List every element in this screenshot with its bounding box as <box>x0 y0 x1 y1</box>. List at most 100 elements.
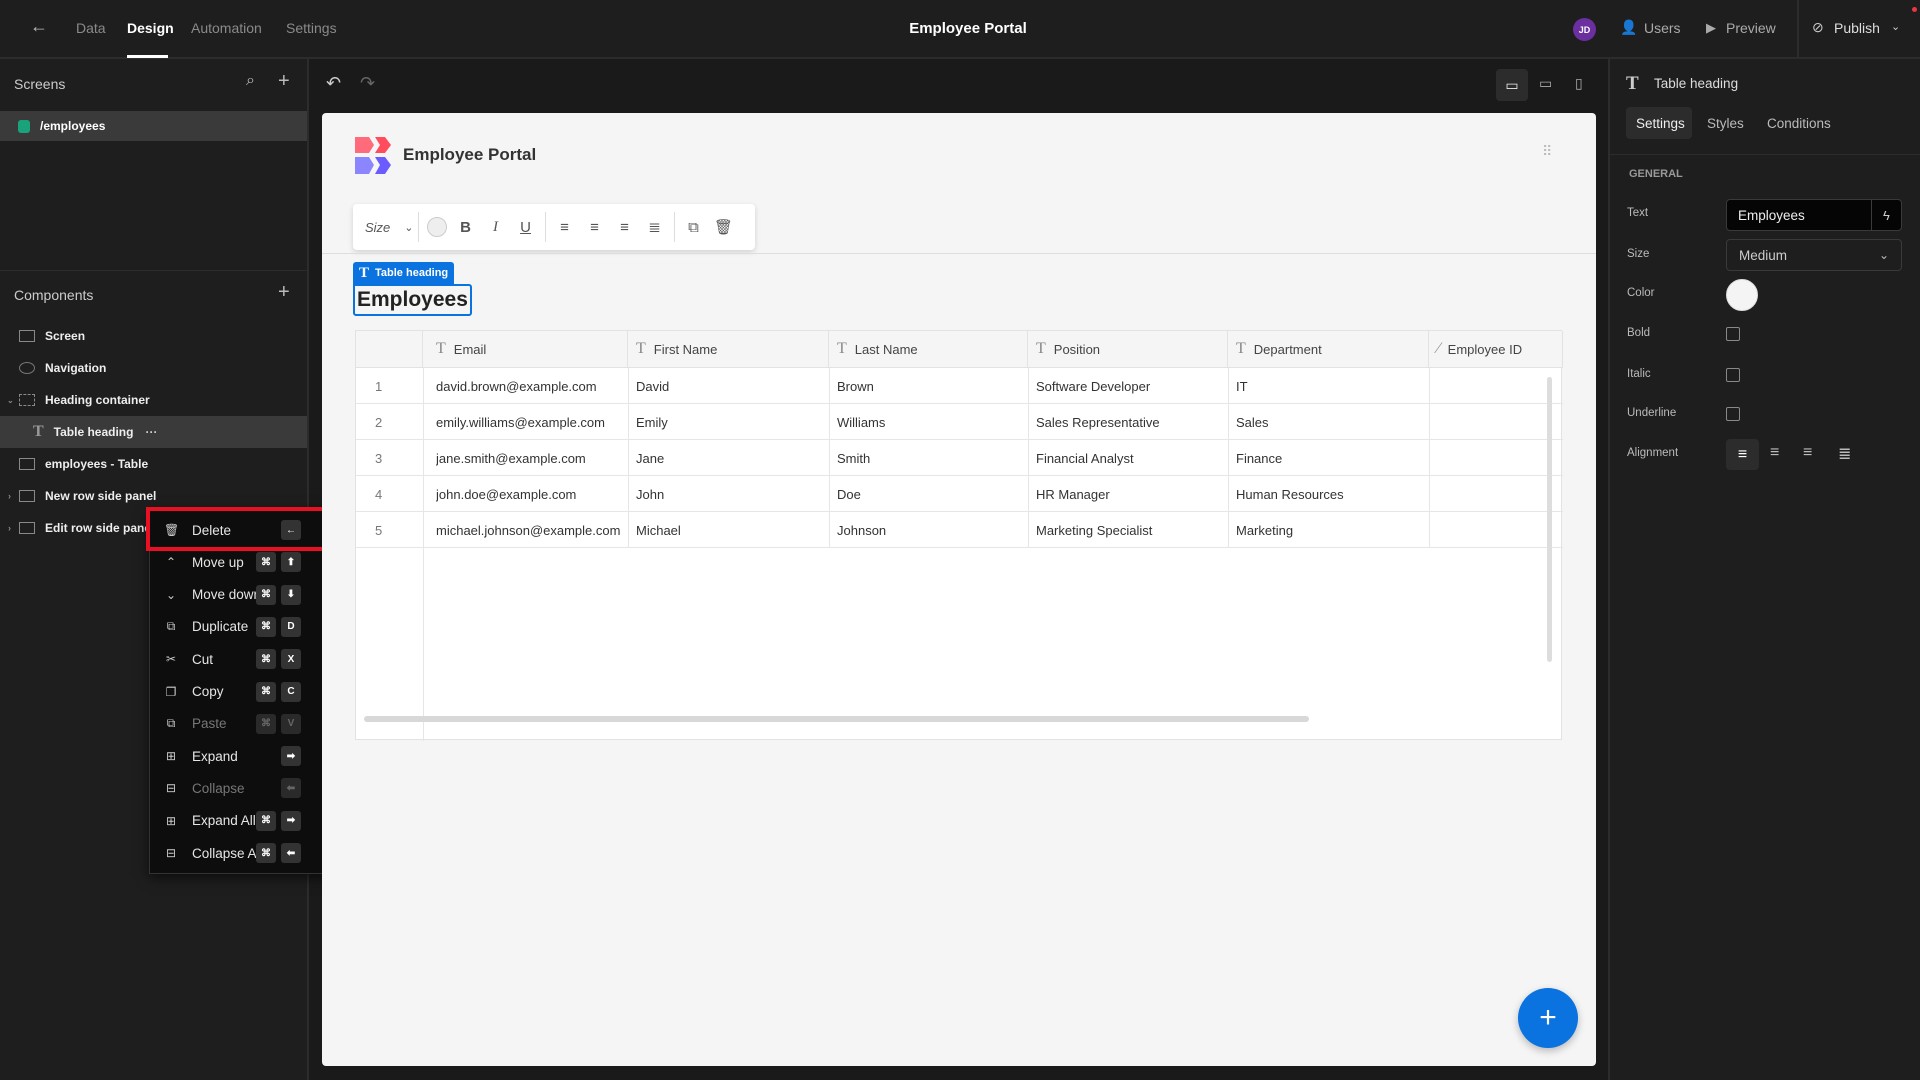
italic-icon[interactable]: I <box>481 219 511 236</box>
shortcut-key: ⌘ <box>256 584 276 605</box>
text-type-icon: T <box>436 340 446 357</box>
tab-styles[interactable]: Styles <box>1707 116 1744 131</box>
horizontal-scrollbar[interactable] <box>364 716 1309 722</box>
duplicate-icon[interactable]: ⧉ <box>679 219 709 236</box>
chevron-down-icon[interactable]: ⌄ <box>1891 20 1900 33</box>
table-heading[interactable]: Employees <box>353 284 472 316</box>
duplicate-icon: ⧉ <box>166 619 176 634</box>
menu-item-expand-all[interactable]: ⊞ Expand All ⌘ ➡ <box>150 805 340 837</box>
table-row[interactable]: 4 john.doe@example.com John Doe HR Manager Hu… <box>356 476 1563 512</box>
tab-conditions[interactable]: Conditions <box>1767 116 1831 131</box>
vertical-scrollbar[interactable] <box>1547 377 1552 662</box>
table-row[interactable]: 3 jane.smith@example.com Jane Smith Financia… <box>356 440 1563 476</box>
more-options-icon[interactable]: ··· <box>145 425 157 439</box>
row-number: 4 <box>375 486 383 502</box>
avatar[interactable]: JD <box>1573 18 1596 41</box>
menu-item-move-up[interactable]: ⌃ Move up ⌘ ⬆ <box>150 546 340 578</box>
screen-item-employees[interactable]: /employees <box>0 111 307 141</box>
text-type-icon: T <box>1236 340 1246 357</box>
component-label: Heading container <box>45 393 150 407</box>
italic-checkbox[interactable] <box>1726 368 1740 382</box>
menu-item-duplicate[interactable]: ⧉ Duplicate ⌘ D <box>150 611 340 643</box>
align-left-icon[interactable]: ≡ <box>1726 439 1759 470</box>
search-icon[interactable]: ⌕ <box>246 72 255 90</box>
menu-item-cut[interactable]: ✂ Cut ⌘ X <box>150 643 340 675</box>
menu-item-paste[interactable]: ⧉ Paste ⌘ V <box>150 708 340 740</box>
align-justify-icon[interactable]: ≣ <box>640 218 670 236</box>
menu-item-move-down[interactable]: ⌄ Move down ⌘ ⬇ <box>150 579 340 611</box>
color-swatch[interactable] <box>1726 279 1758 311</box>
column-label: Last Name <box>854 341 918 357</box>
shortcut-key: ⌘ <box>256 649 276 670</box>
column-label: Employee ID <box>1447 341 1523 357</box>
shortcut-key: ⌘ <box>256 552 276 573</box>
align-right-icon[interactable]: ≡ <box>610 219 640 236</box>
table-cell: Johnson <box>837 522 887 538</box>
column-header[interactable]: T First Name <box>628 331 829 368</box>
desktop-view-icon[interactable]: ▭ <box>1496 69 1528 101</box>
row-number: 3 <box>375 450 383 466</box>
copy-icon: ❐ <box>165 684 177 699</box>
table-cell: michael.johnson@example.com <box>436 522 621 538</box>
column-header[interactable]: ⁄ Employee ID <box>1429 331 1563 368</box>
column-header[interactable]: T Email <box>423 331 628 368</box>
table-cell: Jane <box>636 450 665 466</box>
column-header[interactable]: T Department <box>1228 331 1429 368</box>
underline-checkbox[interactable] <box>1726 407 1740 421</box>
binding-lightning-icon[interactable]: ϟ <box>1871 200 1901 230</box>
mobile-view-icon[interactable]: ▯ <box>1575 75 1583 92</box>
grid-icon[interactable]: ⠿ <box>1542 143 1553 160</box>
color-picker[interactable] <box>426 217 447 237</box>
trash-icon[interactable]: 🗑 <box>709 218 739 236</box>
component-label: employees - Table <box>45 457 149 471</box>
component-heading-container[interactable]: ⌄ Heading container <box>0 384 307 416</box>
bold-checkbox[interactable] <box>1726 327 1740 341</box>
table-cell: Michael <box>636 522 681 538</box>
property-label: Alignment <box>1627 447 1679 459</box>
preview-button[interactable]: Preview <box>1726 20 1776 36</box>
menu-item-collapse[interactable]: ⊟ Collapse ⬅ <box>150 772 340 804</box>
underline-icon[interactable]: U <box>511 219 541 236</box>
component-navigation[interactable]: Navigation <box>0 352 307 384</box>
column-header[interactable]: T Position <box>1028 331 1228 368</box>
table-cell: Financial Analyst <box>1036 450 1134 466</box>
menu-item-copy[interactable]: ❐ Copy ⌘ C <box>150 676 340 708</box>
add-screen-icon[interactable]: + <box>278 70 290 93</box>
align-center-icon[interactable]: ≡ <box>1770 444 1779 462</box>
table-row[interactable]: 2 emily.williams@example.com Emily Williams… <box>356 404 1563 440</box>
component-table-heading[interactable]: T Table heading ··· <box>0 416 307 448</box>
chevron-right-icon[interactable]: › <box>8 491 11 501</box>
add-component-icon[interactable]: + <box>278 281 290 304</box>
component-employees-table[interactable]: employees - Table <box>0 448 307 480</box>
tab-settings[interactable]: Settings <box>1636 116 1685 131</box>
component-screen[interactable]: Screen <box>0 320 307 352</box>
bold-icon[interactable]: B <box>451 219 481 236</box>
publish-icon: ⊘ <box>1812 19 1824 35</box>
tablet-view-icon[interactable]: ▭ <box>1539 75 1552 92</box>
size-select[interactable]: Medium ⌄ <box>1726 239 1902 271</box>
component-label: Screen <box>45 329 86 343</box>
align-left-icon[interactable]: ≡ <box>550 219 580 236</box>
chevron-down-icon[interactable]: ⌄ <box>7 396 14 405</box>
size-dropdown[interactable]: Size <box>365 220 390 235</box>
align-center-icon[interactable]: ≡ <box>580 219 610 236</box>
divider <box>1797 0 1799 57</box>
menu-item-expand[interactable]: ⊞ Expand ➡ <box>150 740 340 772</box>
publish-button[interactable]: Publish <box>1834 20 1880 36</box>
column-header[interactable]: T Last Name <box>829 331 1028 368</box>
align-right-icon[interactable]: ≡ <box>1803 444 1812 462</box>
table-row[interactable]: 5 michael.johnson@example.com Michael Johns… <box>356 512 1563 548</box>
chevron-right-icon[interactable]: › <box>8 523 11 533</box>
users-button[interactable]: Users <box>1644 20 1681 36</box>
table-row[interactable]: 1 david.brown@example.com David Brown Softwa… <box>356 368 1563 404</box>
text-input[interactable]: Employees ϟ <box>1726 199 1902 231</box>
table-cell: Marketing <box>1236 522 1294 538</box>
chevron-down-icon[interactable]: ⌄ <box>404 221 413 234</box>
top-bar: ← Data Design Automation Settings Employ… <box>0 0 1920 59</box>
redo-icon[interactable]: ↷ <box>360 73 375 94</box>
align-justify-icon[interactable]: ≣ <box>1838 444 1851 464</box>
component-label: Table heading <box>53 425 134 439</box>
undo-icon[interactable]: ↶ <box>326 73 341 94</box>
add-fab-button[interactable]: + <box>1518 988 1578 1048</box>
menu-item-collapse-all[interactable]: ⊟ Collapse All ⌘ ⬅ <box>150 837 340 869</box>
